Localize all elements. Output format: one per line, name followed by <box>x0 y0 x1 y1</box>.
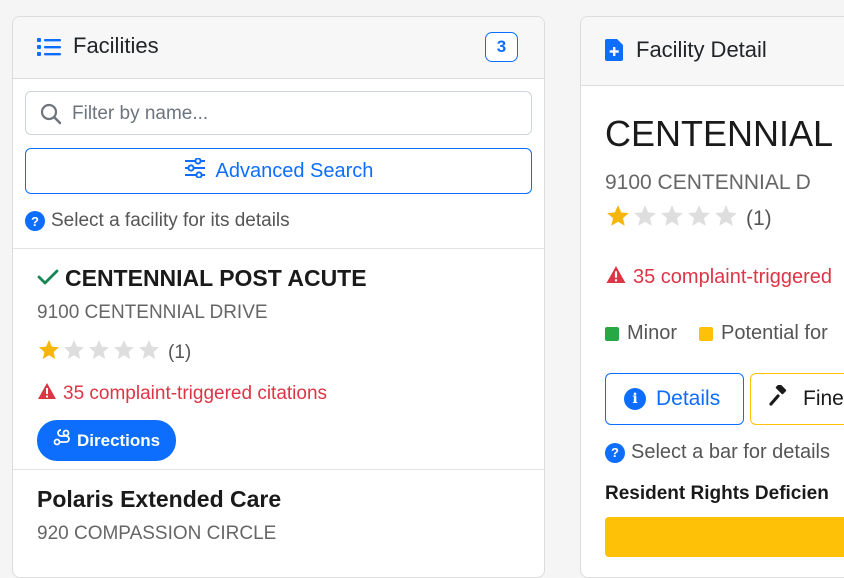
details-button[interactable]: i Details <box>605 373 744 425</box>
detail-citations-text: 35 complaint-triggered <box>633 266 832 288</box>
star-filled-icon <box>605 203 631 235</box>
facility-address: 920 COMPASSION CIRCLE <box>37 523 277 544</box>
facility-count-badge: 3 <box>485 32 518 62</box>
directions-icon <box>53 429 71 452</box>
gavel-icon <box>769 383 793 413</box>
document-plus-icon <box>605 39 623 66</box>
fines-button[interactable]: Fine <box>750 373 844 425</box>
facility-address: 9100 CENTENNIAL DRIVE <box>37 302 268 323</box>
question-icon: ? <box>605 442 625 463</box>
legend-item-minor: Minor <box>605 322 677 345</box>
star-empty-icon <box>659 203 685 235</box>
facility-card-centennial[interactable]: CENTENNIAL POST ACUTE 9100 CENTENNIAL DR… <box>37 265 527 461</box>
select-bar-hint: ? Select a bar for details <box>605 441 830 464</box>
star-empty-icon <box>137 338 161 368</box>
facility-name-row: CENTENNIAL POST ACUTE <box>37 265 527 292</box>
advanced-search-label: Advanced Search <box>215 159 374 182</box>
facilities-title: Facilities <box>73 33 159 58</box>
deficiency-bar[interactable] <box>605 517 844 557</box>
citations-text: 35 complaint-triggered citations <box>63 383 328 404</box>
details-label: Details <box>656 387 721 410</box>
facility-detail-panel: Facility Detail CENTENNIAL 9100 CENTENNI… <box>580 16 844 578</box>
check-icon <box>37 265 59 292</box>
facilities-panel: Facilities 3 Advanced Search ? Select <box>12 16 545 578</box>
star-empty-icon <box>87 338 111 368</box>
fines-label: Fine <box>803 387 844 410</box>
legend-item-potential: Potential for <box>699 322 828 345</box>
search-icon <box>40 103 62 130</box>
facilities-header: Facilities 3 <box>13 17 544 79</box>
detail-citations-warning: 35 complaint-triggered <box>605 265 832 290</box>
divider <box>13 469 544 470</box>
warning-icon <box>605 265 627 290</box>
detail-star-rating: (1) <box>605 203 772 235</box>
facility-detail-title: Facility Detail <box>636 37 767 62</box>
rating-count: (1) <box>168 342 192 363</box>
detail-facility-name: CENTENNIAL <box>605 113 834 154</box>
severity-legend: Minor Potential for <box>605 322 828 345</box>
star-filled-icon <box>37 338 61 368</box>
select-facility-hint: ? Select a facility for its details <box>25 210 290 232</box>
detail-facility-address: 9100 CENTENNIAL D <box>605 171 811 194</box>
star-empty-icon <box>686 203 712 235</box>
star-empty-icon <box>713 203 739 235</box>
sliders-icon <box>184 157 206 184</box>
citations-warning: 35 complaint-triggered citations <box>37 382 527 406</box>
facility-card-polaris[interactable]: Polaris Extended Care 920 COMPASSION CIR… <box>37 486 527 545</box>
facility-name: Polaris Extended Care <box>37 486 282 512</box>
list-icon <box>37 37 61 62</box>
legend-label: Potential for <box>721 322 828 344</box>
deficiency-section-title: Resident Rights Deficien <box>605 483 829 504</box>
legend-label: Minor <box>627 322 678 344</box>
filter-by-name-input[interactable] <box>70 100 514 128</box>
star-empty-icon <box>62 338 86 368</box>
directions-label: Directions <box>77 430 161 450</box>
star-empty-icon <box>112 338 136 368</box>
directions-button[interactable]: Directions <box>37 420 177 461</box>
warning-icon <box>37 382 57 406</box>
divider <box>13 248 544 249</box>
facility-detail-header: Facility Detail <box>581 17 844 86</box>
detail-rating-count: (1) <box>746 207 772 230</box>
question-icon: ? <box>25 211 45 231</box>
info-icon: i <box>624 388 646 410</box>
hint-text: Select a facility for its details <box>51 210 290 231</box>
star-empty-icon <box>632 203 658 235</box>
advanced-search-button[interactable]: Advanced Search <box>25 148 532 194</box>
hint-text: Select a bar for details <box>631 441 830 463</box>
legend-swatch <box>699 326 714 341</box>
filter-search-box[interactable] <box>25 91 532 135</box>
facility-name: CENTENNIAL POST ACUTE <box>65 265 367 291</box>
star-rating: (1) <box>37 338 527 368</box>
legend-swatch <box>605 326 619 341</box>
